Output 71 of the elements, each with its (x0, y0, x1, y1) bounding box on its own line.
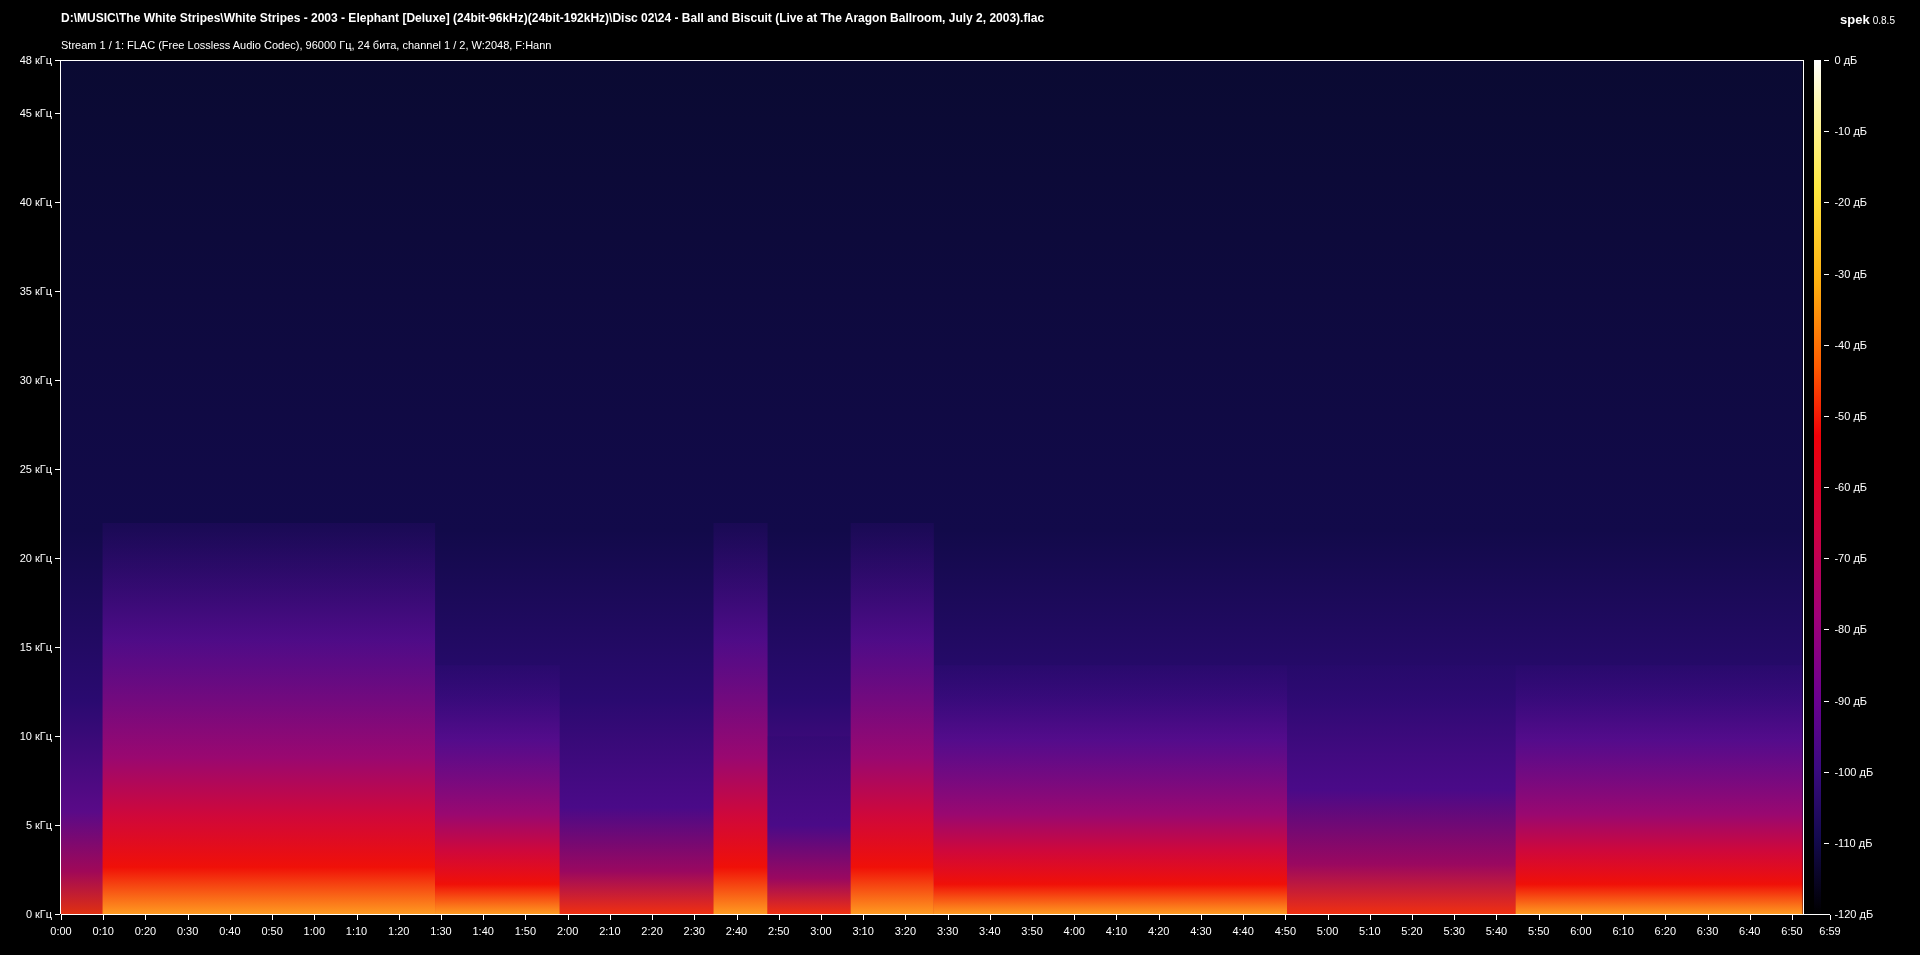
app-version: 0.8.5 (1872, 15, 1895, 26)
frequency-label: 0 кГц (25, 908, 53, 920)
frequency-label: 35 кГц (19, 285, 53, 298)
frequency-label: 10 кГц (19, 730, 53, 743)
decibel-label: -120 дБ (1834, 908, 1874, 920)
time-label: 2:20 (641, 925, 663, 937)
time-label: 5:20 (1401, 925, 1423, 937)
time-label: 3:00 (810, 925, 832, 937)
time-label: 1:50 (514, 925, 537, 937)
time-label: 3:30 (936, 925, 959, 937)
decibel-label: -70 дБ (1834, 552, 1868, 565)
decibel-label: 0 дБ (1834, 54, 1858, 66)
decibel-label: -110 дБ (1834, 836, 1873, 849)
time-label: 6:40 (1739, 925, 1761, 937)
time-label: 6:00 (1570, 925, 1592, 937)
time-label: 4:00 (1063, 925, 1085, 937)
time-label: 2:00 (556, 925, 579, 937)
time-label: 6:59 (1819, 925, 1841, 937)
frequency-label: 30 кГц (19, 374, 53, 387)
time-label: 1:30 (430, 925, 452, 937)
file-path-title: D:\MUSIC\The White Stripes\White Stripes - 2003 - Elephant [Deluxe] (24bit-96kHz)(24bit-192kHz)\Disc 02\24 - Ball and Biscuit (Live at The Aragon Ballroom, July 2, 2003).flac (61, 10, 1045, 27)
time-label: 0:40 (219, 925, 241, 937)
time-label: 5:10 (1359, 925, 1381, 937)
decibel-label: -100 дБ (1834, 765, 1874, 778)
frequency-label: 5 кГц (25, 819, 53, 832)
time-label: 0:00 (50, 925, 72, 937)
time-label: 3:40 (979, 925, 1001, 937)
time-label: 5:00 (1316, 925, 1339, 937)
frequency-label: 48 кГц (19, 54, 53, 66)
decibel-label: -50 дБ (1834, 409, 1868, 422)
time-label: 6:30 (1696, 925, 1719, 937)
time-label: 2:40 (725, 925, 748, 937)
time-label: 3:20 (894, 925, 917, 937)
decibel-label: -40 дБ (1834, 338, 1868, 351)
decibel-label: -20 дБ (1834, 196, 1868, 209)
time-label: 5:30 (1443, 925, 1465, 937)
time-label: 1:20 (388, 925, 410, 937)
time-label: 0:20 (134, 925, 157, 937)
time-label: 1:10 (345, 925, 368, 937)
time-label: 1:00 (303, 925, 325, 937)
time-label: 5:50 (1527, 925, 1550, 937)
decibel-label: -10 дБ (1834, 125, 1868, 138)
time-label: 6:20 (1654, 925, 1677, 937)
frequency-label: 25 кГц (19, 463, 53, 476)
time-label: 6:50 (1781, 925, 1803, 937)
decibel-label: -30 дБ (1834, 267, 1868, 280)
time-label: 0:10 (92, 925, 114, 937)
time-label: 4:20 (1148, 925, 1170, 937)
time-label: 0:30 (176, 925, 199, 937)
time-label: 4:40 (1232, 925, 1254, 937)
time-label: 1:40 (472, 925, 494, 937)
time-label: 0:50 (261, 925, 283, 937)
time-label: 4:50 (1274, 925, 1297, 937)
frequency-label: 40 кГц (19, 196, 53, 209)
time-label: 2:30 (683, 925, 705, 937)
frequency-label: 45 кГц (19, 107, 53, 120)
frequency-label: 15 кГц (19, 641, 53, 654)
stream-info: Stream 1 / 1: FLAC (Free Lossless Audio Codec), 96000 Гц, 24 бита, channel 1 / 2, W:2048, F:Hann (61, 38, 553, 53)
time-label: 5:40 (1485, 925, 1508, 937)
time-label: 3:50 (1021, 925, 1043, 937)
time-label: 6:10 (1612, 925, 1634, 937)
time-label: 2:10 (599, 925, 621, 937)
time-label: 4:10 (1105, 925, 1128, 937)
decibel-label: -90 дБ (1834, 694, 1868, 707)
decibel-label: -80 дБ (1834, 623, 1868, 636)
time-label: 2:50 (768, 925, 790, 937)
app-name: spek (1840, 12, 1870, 27)
time-label: 3:10 (852, 925, 874, 937)
time-label: 4:30 (1190, 925, 1212, 937)
decibel-label: -60 дБ (1834, 481, 1868, 493)
frequency-label: 20 кГц (19, 552, 53, 565)
